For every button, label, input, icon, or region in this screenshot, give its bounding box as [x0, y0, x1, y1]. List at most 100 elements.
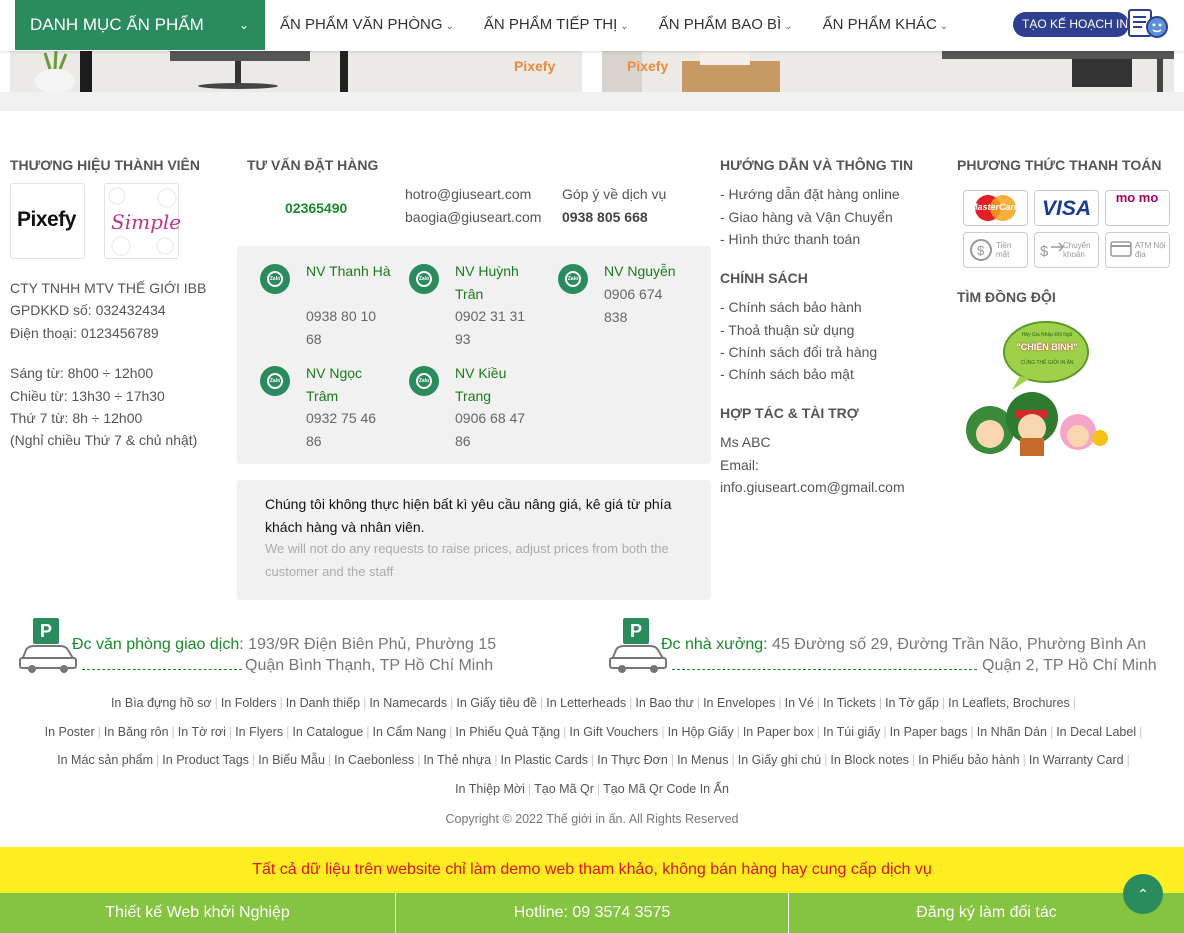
- service-tag-link[interactable]: In Caebonless: [334, 753, 414, 767]
- create-print-plan-button[interactable]: TẠO KẾ HOẠCH IN: [1013, 12, 1129, 37]
- office-banner-image[interactable]: Pixefy: [10, 51, 582, 92]
- zalo-icon[interactable]: Zalo: [409, 264, 439, 294]
- tag-separator: |: [539, 696, 544, 710]
- nav-other-products[interactable]: ẤN PHẨM KHÁC ⌄: [823, 0, 949, 50]
- service-tag-link[interactable]: In Tờ rơi: [178, 725, 226, 739]
- guide-link-shipping[interactable]: - Giao hàng và Vận Chuyển: [720, 206, 893, 229]
- tag-separator: |: [449, 725, 453, 739]
- feedback-phone[interactable]: 0938 805 668: [562, 206, 648, 229]
- pixefy-watermark: Pixefy: [627, 58, 669, 74]
- service-tag-link[interactable]: In Mác sản phẩm: [57, 753, 153, 767]
- service-tag-link[interactable]: In Biểu Mẫu: [258, 753, 325, 767]
- service-tag-link[interactable]: In Phiếu Quà Tặng: [455, 725, 560, 739]
- staff-card[interactable]: Zalo NV Nguyễn 0906 674 838: [558, 260, 698, 350]
- service-tag-link[interactable]: In Letterheads: [546, 696, 626, 710]
- tag-separator: |: [596, 782, 601, 796]
- tag-separator: |: [1072, 696, 1077, 710]
- service-tag-link[interactable]: In Nhãn Dán: [977, 725, 1047, 739]
- service-tag-link[interactable]: In Thực Đơn: [597, 753, 668, 767]
- service-tag-link[interactable]: In Namecards: [369, 696, 447, 710]
- service-tag-link[interactable]: In Danh thiếp: [286, 696, 360, 710]
- tag-separator: |: [171, 725, 175, 739]
- staff-card[interactable]: Zalo NV Thanh Hà 0938 80 10 68: [260, 260, 400, 350]
- staff-card[interactable]: Zalo NV Huỳnh Trân 0902 31 31 93: [409, 260, 549, 350]
- tag-separator: |: [228, 725, 233, 739]
- service-tag-link[interactable]: In Product Tags: [162, 753, 249, 767]
- service-tag-link[interactable]: In Flyers: [235, 725, 283, 739]
- service-tag-link[interactable]: In Giấy tiêu đề: [456, 696, 537, 710]
- service-tag-link[interactable]: Tạo Mã Qr: [534, 782, 594, 796]
- service-tag-link[interactable]: In Cẩm Nang: [373, 725, 447, 739]
- service-tag-link[interactable]: In Menus: [677, 753, 728, 767]
- policy-link-returns[interactable]: - Chính sách đổi trả hàng: [720, 341, 877, 364]
- service-tag-link[interactable]: In Vé: [785, 696, 814, 710]
- service-tag-link[interactable]: In Poster: [45, 725, 95, 739]
- service-tag-link[interactable]: In Folders: [221, 696, 277, 710]
- guide-link-order[interactable]: - Hướng dẫn đặt hàng online: [720, 183, 900, 206]
- staff-card[interactable]: Zalo NV Kiều Trang 0906 68 47 86: [409, 362, 549, 452]
- factory-address-line1: Đc nhà xưởng: 45 Đường số 29, Đường Trần…: [661, 636, 1147, 653]
- tag-separator: |: [1049, 725, 1054, 739]
- zalo-icon[interactable]: Zalo: [260, 264, 290, 294]
- zalo-icon[interactable]: Zalo: [558, 264, 588, 294]
- simple-logo[interactable]: Simple: [104, 183, 181, 259]
- service-tag-link[interactable]: In Bao thư: [635, 696, 693, 710]
- workspace-banner-image[interactable]: Pixefy: [602, 51, 1174, 92]
- service-tag-link[interactable]: In Decal Label: [1056, 725, 1136, 739]
- staff-name: NV Ngọc Trâm: [306, 365, 363, 404]
- tag-separator: |: [591, 753, 595, 767]
- team-title: TÌM ĐỒNG ĐỘI: [957, 289, 1056, 305]
- order-hotline[interactable]: 02365490: [285, 200, 347, 216]
- policy-link-warranty[interactable]: - Chính sách bảo hành: [720, 296, 862, 319]
- partner-email-label: Email:: [720, 457, 759, 473]
- category-menu-label: DANH MỤC ẤN PHẨM: [30, 15, 204, 34]
- nav-packaging-products[interactable]: ẤN PHẨM BAO BÌ ⌄: [659, 0, 793, 50]
- svg-text:$: $: [977, 243, 985, 258]
- tag-separator: |: [450, 696, 454, 710]
- service-tag-link[interactable]: In Leaflets, Brochures: [948, 696, 1070, 710]
- service-tag-link[interactable]: In Phiếu bảo hành: [918, 753, 1019, 767]
- service-tag-link[interactable]: In Tờ gấp: [885, 696, 939, 710]
- mastercard-logo: MasterCard: [963, 190, 1028, 226]
- service-tag-link[interactable]: In Túi giấy: [823, 725, 880, 739]
- brands-title: THƯƠNG HIỆU THÀNH VIÊN: [10, 157, 201, 173]
- service-tag-link[interactable]: In Block notes: [830, 753, 909, 767]
- staff-name: NV Thanh Hà: [306, 263, 391, 279]
- service-tag-link[interactable]: In Envelopes: [703, 696, 775, 710]
- service-tag-link[interactable]: In Băng rôn: [104, 725, 169, 739]
- service-tag-link[interactable]: In Plastic Cards: [501, 753, 589, 767]
- service-tag-link[interactable]: In Hộp Giấy: [668, 725, 734, 739]
- tag-separator: |: [731, 753, 735, 767]
- service-tag-link[interactable]: In Warranty Card: [1029, 753, 1124, 767]
- zalo-icon[interactable]: Zalo: [260, 366, 290, 396]
- service-tag-link[interactable]: In Catalogue: [292, 725, 363, 739]
- service-tag-link[interactable]: Tạo Mã Qr Code In Ấn: [603, 782, 729, 796]
- recruit-warriors-banner[interactable]: Hãy Gia Nhập Đội Ngũ "CHIẾN BINH" CÙNG T…: [960, 320, 1110, 460]
- service-tag-link[interactable]: In Paper bags: [890, 725, 968, 739]
- tag-separator: |: [97, 725, 101, 739]
- scroll-to-top-button[interactable]: ⌃: [1123, 874, 1163, 914]
- hotline-button[interactable]: Hotline: 09 3574 3575: [396, 893, 789, 933]
- service-tag-link[interactable]: In Thiệp Mời: [455, 782, 525, 796]
- zalo-icon[interactable]: Zalo: [409, 366, 439, 396]
- staff-card[interactable]: Zalo NV Ngọc Trâm 0932 75 46 86: [260, 362, 400, 452]
- service-tag-link[interactable]: In Gift Vouchers: [569, 725, 658, 739]
- partner-email[interactable]: info.giuseart.com@gmail.com: [720, 476, 905, 499]
- guide-link-payment[interactable]: - Hình thức thanh toán: [720, 228, 860, 251]
- tag-row: In Poster | In Băng rôn | In Tờ rơi | In Flyer…: [10, 718, 1174, 747]
- policy-link-privacy[interactable]: - Chính sách bảo mật: [720, 363, 854, 386]
- nav-office-products[interactable]: ẤN PHẨM VĂN PHÒNG ⌄: [280, 0, 454, 50]
- web-design-button[interactable]: Thiết kế Web khởi Nghiệp: [0, 893, 396, 933]
- service-tag-link[interactable]: In Giấy ghi chú: [738, 753, 821, 767]
- service-tag-link[interactable]: In Thẻ nhựa: [423, 753, 491, 767]
- service-tag-link[interactable]: In Tickets: [823, 696, 876, 710]
- nav-marketing-products[interactable]: ẤN PHẨM TIẾP THỊ ⌄: [484, 0, 629, 50]
- support-email[interactable]: hotro@giuseart.com: [405, 183, 531, 206]
- service-tag-link[interactable]: In Paper box: [743, 725, 814, 739]
- category-menu-button[interactable]: DANH MỤC ẤN PHẨM ⌄: [15, 0, 265, 50]
- print-plan-icon[interactable]: [1128, 8, 1168, 40]
- pixefy-logo[interactable]: Pixefy: [10, 183, 85, 259]
- policy-link-terms[interactable]: - Thoả thuận sử dụng: [720, 319, 854, 342]
- quote-email[interactable]: baogia@giuseart.com: [405, 206, 541, 229]
- service-tag-link[interactable]: In Bìa đựng hồ sơ: [111, 696, 212, 710]
